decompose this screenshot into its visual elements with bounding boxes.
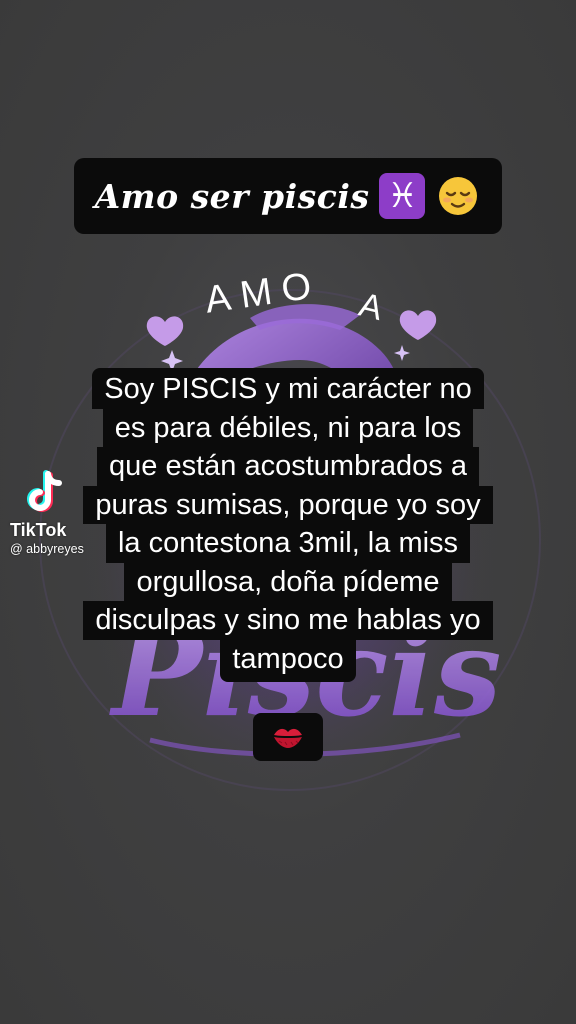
- tiktok-brand: TikTok: [10, 520, 67, 540]
- title-caption: Amo ser piscis ♓: [74, 158, 502, 234]
- video-frame: AMO A Piscis Amo ser piscis ♓ Soy PISCIS…: [0, 0, 576, 1024]
- tiktok-watermark: TikTok @ abbyreyes: [10, 470, 120, 556]
- caption-line: puras sumisas, porque yo soy: [83, 485, 493, 524]
- title-text: Amo ser piscis: [94, 176, 370, 216]
- a-letter: A: [355, 286, 387, 328]
- caption-line: Soy PISCIS y mi carácter no: [92, 368, 484, 409]
- relieved-face-icon: [435, 173, 481, 219]
- kiss-mark-icon: [274, 728, 302, 748]
- caption-line: que están acostumbrados a: [97, 447, 479, 486]
- caption-line: disculpas y sino me hablas yo: [83, 601, 493, 640]
- caption-line: es para débiles, ni para los: [102, 408, 474, 447]
- tiktok-username: @ abbyreyes: [10, 542, 84, 556]
- sparkle-icon: [394, 345, 410, 361]
- heart-icon: [399, 310, 437, 340]
- caption-line: la contestona 3mil, la miss: [105, 524, 471, 563]
- tiktok-logo-icon: [27, 470, 62, 512]
- kiss-caption: [253, 713, 323, 761]
- pisces-symbol-icon: ♓: [379, 173, 426, 219]
- caption-line: tampoco: [220, 639, 356, 682]
- heart-icon: [146, 316, 184, 346]
- caption-line: orgullosa, doña pídeme: [124, 562, 452, 601]
